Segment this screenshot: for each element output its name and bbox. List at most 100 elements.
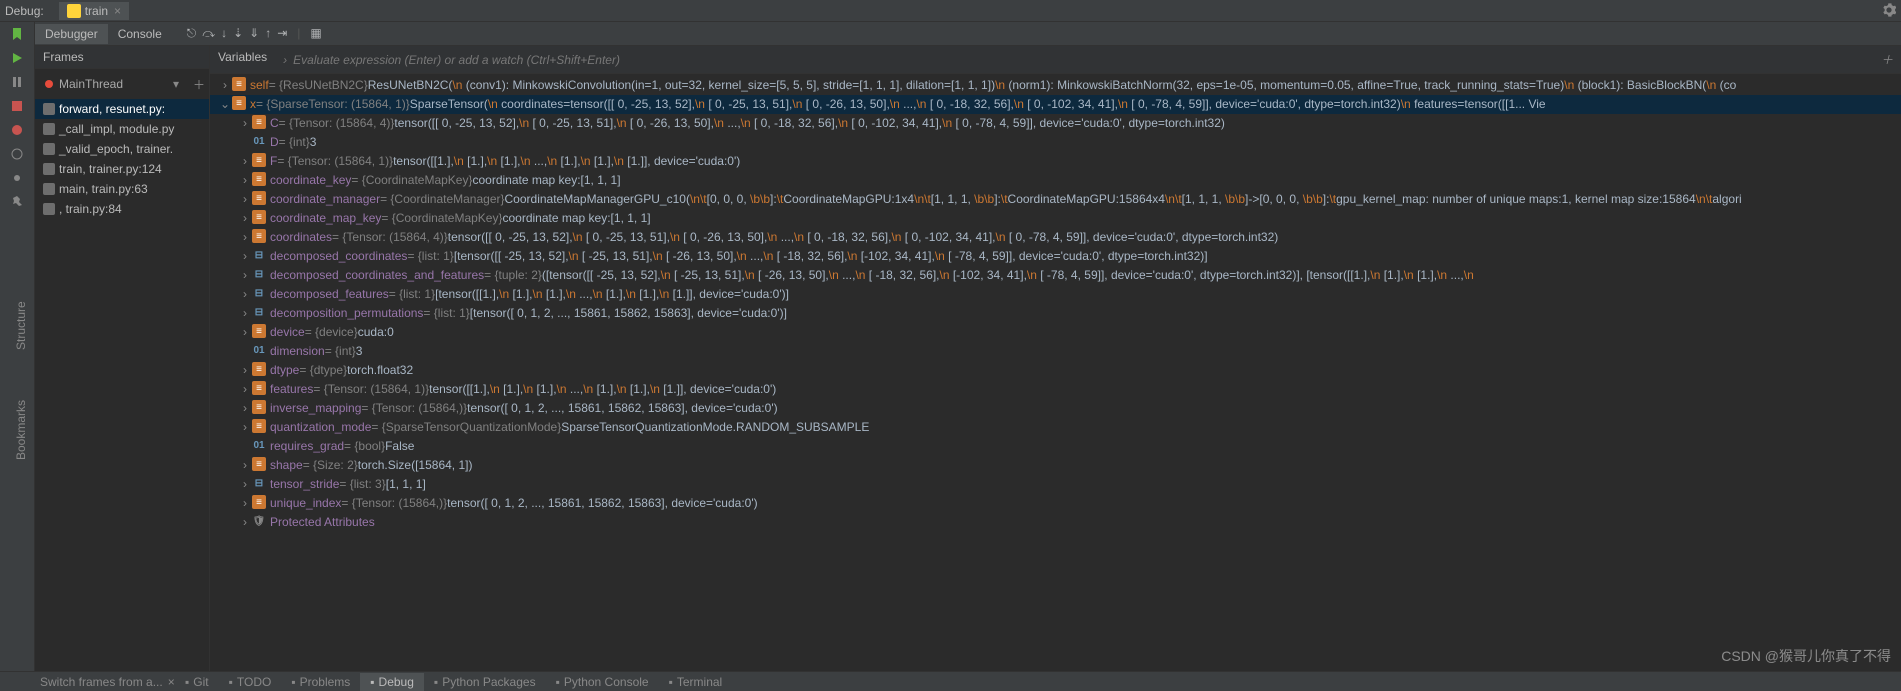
variable-row[interactable]: ⌄≡x = {SparseTensor: (15864, 1)} SparseT… — [210, 95, 1901, 114]
force-step-into-icon[interactable]: ⇓ — [249, 26, 259, 41]
variable-row[interactable]: ›🛡Protected Attributes — [210, 513, 1901, 532]
bottom-tab-debug[interactable]: ▪Debug — [360, 673, 424, 691]
variable-row[interactable]: ›≡coordinate_manager = {CoordinateManage… — [210, 190, 1901, 209]
mute-breakpoints-icon[interactable] — [10, 147, 24, 161]
pin-icon[interactable] — [10, 195, 24, 209]
bottom-tab-todo[interactable]: ▪TODO — [219, 673, 282, 691]
variable-row[interactable]: ›≡dtype = {dtype} torch.float32 — [210, 361, 1901, 380]
step-into-my-code-icon[interactable]: ⇣ — [233, 26, 243, 41]
variable-row[interactable]: ›⊟decomposed_features = {list: 1} [tenso… — [210, 285, 1901, 304]
step-out-icon[interactable]: ↑ — [265, 26, 271, 41]
resume-icon[interactable] — [10, 51, 24, 65]
step-over-icon[interactable]: ⤼ — [202, 26, 215, 41]
tab-console[interactable]: Console — [108, 24, 172, 44]
variable-row[interactable]: ›≡shape = {Size: 2} torch.Size([15864, 1… — [210, 456, 1901, 475]
object-icon: ≡ — [252, 172, 266, 186]
variable-row[interactable]: ›≡features = {Tensor: (15864, 1)} tensor… — [210, 380, 1901, 399]
expand-toggle-icon[interactable]: › — [238, 153, 252, 170]
bottom-tab-python-packages[interactable]: ▪Python Packages — [424, 673, 546, 691]
variable-row[interactable]: 01dimension = {int} 3 — [210, 342, 1901, 361]
variable-row[interactable]: ›≡coordinates = {Tensor: (15864, 4)} ten… — [210, 228, 1901, 247]
expand-toggle-icon[interactable]: › — [238, 210, 252, 227]
tab-icon: ▪ — [291, 675, 295, 689]
run-to-cursor-icon[interactable]: ⇥ — [277, 26, 287, 41]
variable-type: = {SparseTensor: (15864, 1)} — [256, 96, 410, 113]
expand-toggle-icon[interactable]: › — [218, 77, 232, 94]
show-execution-point-icon[interactable]: ⎋ — [187, 26, 197, 41]
object-icon: ≡ — [252, 495, 266, 509]
expand-toggle-icon[interactable]: › — [238, 286, 252, 303]
add-thread-icon[interactable]: ＋ — [189, 72, 209, 97]
variable-type: = {list: 1} — [423, 305, 469, 322]
expand-toggle-icon[interactable]: › — [238, 476, 252, 493]
variable-row[interactable]: ›≡unique_index = {Tensor: (15864,)} tens… — [210, 494, 1901, 513]
variable-row[interactable]: ›≡F = {Tensor: (15864, 1)} tensor([[1.],… — [210, 152, 1901, 171]
variable-row[interactable]: 01D = {int} 3 — [210, 133, 1901, 152]
expand-toggle-icon[interactable]: › — [238, 457, 252, 474]
list-icon: ⊟ — [252, 267, 266, 281]
expand-toggle-icon[interactable]: › — [238, 229, 252, 246]
expand-toggle-icon[interactable]: › — [238, 362, 252, 379]
debug-session-tab[interactable]: train × — [59, 2, 129, 20]
frame-item[interactable]: _call_impl, module.py — [35, 119, 209, 139]
evaluate-expression-input[interactable]: › Evaluate expression (Enter) or add a w… — [275, 46, 1901, 74]
rerun-icon[interactable] — [10, 27, 24, 41]
pause-icon[interactable] — [10, 75, 24, 89]
variable-value: tensor([[1.],\n [1.],\n [1.],\n ...,\n [… — [429, 381, 776, 398]
expand-toggle-icon[interactable]: › — [238, 115, 252, 132]
object-icon: ≡ — [232, 77, 246, 91]
expand-toggle-icon[interactable]: › — [238, 248, 252, 265]
expand-toggle-icon[interactable]: › — [238, 267, 252, 284]
frame-item[interactable]: forward, resunet.py: — [35, 99, 209, 119]
add-watch-icon[interactable]: ＋ — [1881, 51, 1893, 68]
expand-toggle-icon[interactable]: › — [238, 514, 252, 531]
bottom-tab-git[interactable]: ▪Git — [175, 673, 219, 691]
sidebar-tab-bookmarks[interactable]: Bookmarks — [14, 400, 28, 460]
close-hint-icon[interactable]: × — [168, 675, 175, 689]
frame-item[interactable]: _valid_epoch, trainer. — [35, 139, 209, 159]
settings-icon[interactable] — [10, 171, 24, 185]
frame-item[interactable]: , train.py:84 — [35, 199, 209, 219]
tab-debugger[interactable]: Debugger — [35, 24, 108, 44]
variable-row[interactable]: ›≡quantization_mode = {SparseTensorQuant… — [210, 418, 1901, 437]
object-icon: ≡ — [232, 96, 246, 110]
frame-item[interactable]: main, train.py:63 — [35, 179, 209, 199]
variable-row[interactable]: ›≡coordinate_map_key = {CoordinateMapKey… — [210, 209, 1901, 228]
expand-toggle-icon[interactable]: › — [238, 400, 252, 417]
sidebar-tab-structure[interactable]: Structure — [14, 301, 28, 350]
expand-toggle-icon[interactable]: › — [238, 495, 252, 512]
bottom-tab-python-console[interactable]: ▪Python Console — [546, 673, 659, 691]
variable-row[interactable]: ›≡coordinate_key = {CoordinateMapKey} co… — [210, 171, 1901, 190]
bottom-tab-problems[interactable]: ▪Problems — [281, 673, 360, 691]
variable-row[interactable]: ›⊟tensor_stride = {list: 3} [1, 1, 1] — [210, 475, 1901, 494]
variable-row[interactable]: ›⊟decomposition_permutations = {list: 1}… — [210, 304, 1901, 323]
expand-toggle-icon[interactable]: › — [238, 324, 252, 341]
variable-row[interactable]: ›⊟decomposed_coordinates_and_features = … — [210, 266, 1901, 285]
bottom-tab-terminal[interactable]: ▪Terminal — [659, 673, 733, 691]
variable-row[interactable]: ›≡device = {device} cuda:0 — [210, 323, 1901, 342]
variable-row[interactable]: ›⊟decomposed_coordinates = {list: 1} [te… — [210, 247, 1901, 266]
view-breakpoints-icon[interactable] — [10, 123, 24, 137]
stop-icon[interactable] — [10, 99, 24, 113]
variable-value: tensor([[1.],\n [1.],\n [1.],\n ...,\n [… — [393, 153, 740, 170]
primitive-icon: 01 — [252, 134, 266, 148]
close-tab-icon[interactable]: × — [114, 4, 121, 18]
evaluate-expression-icon[interactable]: ▦ — [310, 26, 321, 41]
thread-selector[interactable]: MainThread ▾ — [39, 73, 185, 95]
variable-name: coordinates — [270, 229, 332, 246]
expand-toggle-icon[interactable]: › — [238, 305, 252, 322]
expand-toggle-icon[interactable]: › — [238, 419, 252, 436]
variable-row[interactable]: ›≡self = {ResUNetBN2C} ResUNetBN2C(\n (c… — [210, 76, 1901, 95]
expand-toggle-icon[interactable]: ⌄ — [218, 96, 232, 113]
frame-item[interactable]: train, trainer.py:124 — [35, 159, 209, 179]
variable-row[interactable]: ›≡inverse_mapping = {Tensor: (15864,)} t… — [210, 399, 1901, 418]
expand-toggle-icon[interactable]: › — [238, 191, 252, 208]
variable-row[interactable]: 01requires_grad = {bool} False — [210, 437, 1901, 456]
list-icon: ⊟ — [252, 248, 266, 262]
variable-type: = {SparseTensorQuantizationMode} — [371, 419, 561, 436]
expand-toggle-icon[interactable]: › — [238, 381, 252, 398]
variable-row[interactable]: ›≡C = {Tensor: (15864, 4)} tensor([[ 0, … — [210, 114, 1901, 133]
gear-icon[interactable] — [1882, 3, 1896, 17]
expand-toggle-icon[interactable]: › — [238, 172, 252, 189]
step-into-icon[interactable]: ↓ — [221, 26, 227, 41]
